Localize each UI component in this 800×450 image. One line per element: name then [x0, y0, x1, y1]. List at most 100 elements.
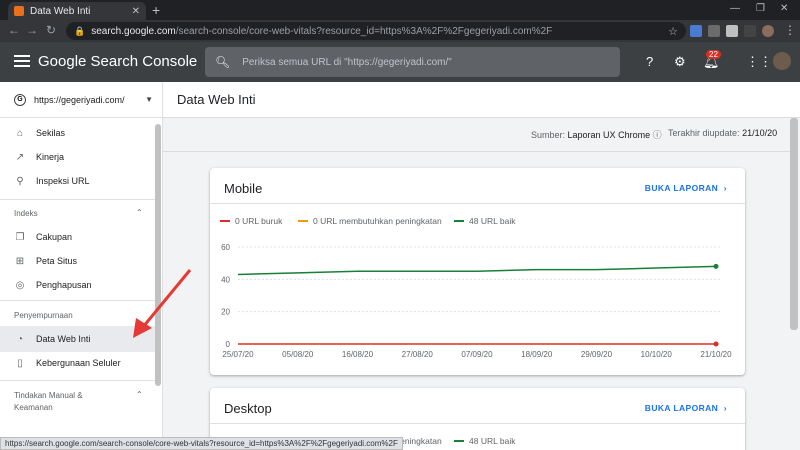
account-avatar[interactable]	[773, 52, 791, 70]
chevron-up-icon[interactable]: ⌃	[136, 208, 143, 217]
card-title: Mobile	[224, 181, 263, 196]
section-enhancements: Penyempurnaan	[14, 311, 73, 320]
page-header: Data Web Inti	[163, 82, 800, 118]
address-bar[interactable]: 🔒 search.google.com/search-console/core-…	[66, 22, 686, 40]
close-window-icon[interactable]: ✕	[780, 3, 788, 14]
property-favicon-icon: G	[14, 93, 26, 106]
sidebar-item-overview[interactable]: ⌂ Sekilas	[0, 120, 155, 146]
dropdown-caret-icon: ▼	[145, 95, 153, 104]
sidebar-item-label: Kebergunaan Seluler	[36, 358, 121, 368]
legend-poor[interactable]: 0 URL buruk	[220, 216, 282, 226]
url-inspect-search-input[interactable]: 🔍︎ Periksa semua URL di "https://gegeriy…	[205, 47, 620, 77]
back-icon[interactable]: ←	[8, 23, 20, 37]
sidebar-item-url-inspection[interactable]: ⚲ Inspeksi URL	[0, 168, 155, 194]
sidebar-item-label: Inspeksi URL	[36, 176, 90, 186]
sidebar: G https://gegeriyadi.com/ ▼ ⌂ Sekilas ↗ …	[0, 82, 163, 450]
legend-needs-improvement[interactable]: 0 URL membutuhkan peningkatan	[298, 216, 442, 226]
sidebar-item-label: Sekilas	[36, 128, 66, 138]
lock-icon: 🔒	[74, 25, 86, 36]
eye-off-icon: ◎	[15, 279, 25, 291]
user-settings-icon[interactable]: ⚙	[674, 54, 686, 70]
x-tick-label: 05/08/20	[282, 350, 314, 359]
gauge-icon: ◔	[16, 333, 24, 345]
legend-good[interactable]: 48 URL baik	[454, 436, 515, 446]
sidebar-item-core-web-vitals[interactable]: ◔ Data Web Inti	[0, 326, 155, 352]
divider	[210, 423, 745, 424]
profile-avatar-icon[interactable]	[762, 25, 774, 37]
open-report-button[interactable]: BUKA LAPORAN ›	[645, 183, 727, 193]
puzzle-icon[interactable]	[744, 25, 756, 37]
x-tick-label: 18/09/20	[521, 350, 553, 359]
bookmark-star-icon[interactable]: ☆	[668, 25, 678, 38]
divider	[210, 203, 745, 204]
divider	[0, 300, 155, 301]
new-tab-icon[interactable]: +	[152, 2, 160, 18]
x-tick-label: 16/08/20	[342, 350, 374, 359]
browser-status-url: https://search.google.com/search-console…	[0, 437, 403, 450]
mobile-chart: 0 20 40 60 25/07/20 05/08/20 16/08/20 27/08/20 0…	[221, 243, 732, 359]
main-scrollbar[interactable]	[790, 118, 798, 330]
x-tick-label: 25/07/20	[222, 350, 254, 359]
open-report-button[interactable]: BUKA LAPORAN ›	[645, 403, 727, 413]
kebab-menu-icon[interactable]: ⋮	[784, 23, 796, 37]
close-tab-icon[interactable]: ✕	[132, 6, 140, 17]
sidebar-scrollbar[interactable]	[155, 124, 161, 386]
y-tick-label: 20	[221, 308, 230, 317]
series-endpoint[interactable]	[713, 263, 719, 269]
trend-icon: ↗	[15, 151, 25, 163]
sidebar-item-label: Penghapusan	[36, 280, 92, 290]
sidebar-item-label: Kinerja	[36, 152, 65, 162]
extension-icon[interactable]	[708, 25, 720, 37]
y-tick-label: 40	[221, 275, 230, 284]
copy-icon: ❐	[15, 231, 25, 243]
browser-tab-bar: Data Web Inti ✕ + — ❐ ✕	[0, 0, 800, 20]
property-selector[interactable]: G https://gegeriyadi.com/ ▼	[0, 82, 163, 118]
series-endpoint[interactable]	[713, 341, 719, 347]
phone-icon: ▯	[17, 357, 23, 369]
card-title: Desktop	[224, 401, 272, 416]
reload-icon[interactable]: ↻	[46, 23, 56, 37]
search-console-favicon-icon	[14, 6, 24, 16]
section-security: Keamanan	[14, 403, 53, 412]
apps-grid-icon[interactable]: ⋮⋮	[746, 54, 772, 70]
legend-good[interactable]: 48 URL baik	[454, 216, 515, 226]
section-manual-actions: Tindakan Manual &	[14, 391, 83, 400]
help-icon[interactable]: ?	[646, 54, 653, 69]
search-icon: 🔍︎	[215, 55, 231, 69]
info-icon[interactable]: ⓘ	[653, 130, 662, 140]
sidebar-item-performance[interactable]: ↗ Kinerja	[0, 144, 155, 170]
last-updated: Terakhir diupdate: 21/10/20	[668, 128, 778, 138]
extension-icon[interactable]	[690, 25, 702, 37]
divider	[0, 380, 155, 381]
app-brand[interactable]: Google Search Console	[38, 53, 197, 70]
sidebar-item-coverage[interactable]: ❐ Cakupan	[0, 224, 155, 250]
y-tick-label: 0	[226, 340, 231, 349]
divider	[0, 199, 155, 200]
divider	[163, 151, 790, 152]
browser-tab[interactable]: Data Web Inti ✕	[8, 2, 146, 20]
property-url: https://gegeriyadi.com/	[34, 94, 125, 105]
sidebar-item-mobile-usability[interactable]: ▯ Kebergunaan Seluler	[0, 350, 155, 376]
search-icon: ⚲	[16, 175, 24, 187]
tab-title: Data Web Inti	[30, 5, 91, 17]
search-placeholder: Periksa semua URL di "https://gegeriyadi…	[242, 56, 452, 68]
app-header: Google Search Console 🔍︎ Periksa semua U…	[0, 42, 800, 82]
sidebar-item-label: Cakupan	[36, 232, 73, 242]
url-text: search.google.com/search-console/core-we…	[91, 25, 553, 37]
chevron-up-icon[interactable]: ⌃	[136, 390, 143, 399]
minimize-icon[interactable]: —	[730, 3, 740, 14]
sidebar-item-sitemaps[interactable]: ⊞ Peta Situs	[0, 248, 155, 274]
restore-icon[interactable]: ❐	[756, 3, 765, 14]
x-tick-label: 21/10/20	[700, 350, 732, 359]
sidebar-item-label: Peta Situs	[36, 256, 78, 266]
sidebar-item-removals[interactable]: ◎ Penghapusan	[0, 272, 155, 298]
page-title: Data Web Inti	[177, 92, 256, 107]
x-tick-label: 07/09/20	[461, 350, 493, 359]
forward-icon[interactable]: →	[26, 23, 38, 37]
extension-icon[interactable]	[726, 25, 738, 37]
hamburger-menu-icon[interactable]	[14, 55, 30, 70]
data-source: Sumber: Laporan UX Chrome ⓘ	[531, 130, 662, 140]
series-line[interactable]	[237, 265, 717, 276]
home-icon: ⌂	[16, 127, 24, 139]
sidebar-item-label: Data Web Inti	[36, 334, 91, 344]
